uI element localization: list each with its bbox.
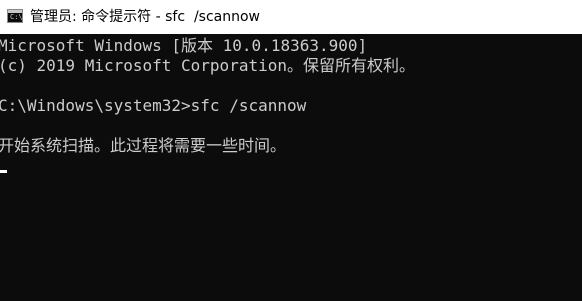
window-title: 管理员: 命令提示符 - sfc /scannow	[30, 9, 260, 25]
title-bar[interactable]: C:\ 管理员: 命令提示符 - sfc /scannow	[0, 0, 582, 34]
cmd-icon-prompt: C:\	[10, 13, 23, 21]
console-line-scan-start: 开始系统扫描。此过程将需要一些时间。	[0, 136, 287, 155]
text-cursor	[0, 170, 7, 173]
console-line-version: Microsoft Windows [版本 10.0.18363.900]	[0, 36, 368, 55]
console-line-copyright: (c) 2019 Microsoft Corporation。保留所有权利。	[0, 56, 415, 75]
console-line-command: C:\Windows\system32>sfc /scannow	[0, 96, 307, 115]
console-output-area[interactable]: Microsoft Windows [版本 10.0.18363.900] (c…	[0, 34, 582, 301]
cmd-icon[interactable]: C:\	[7, 9, 23, 23]
